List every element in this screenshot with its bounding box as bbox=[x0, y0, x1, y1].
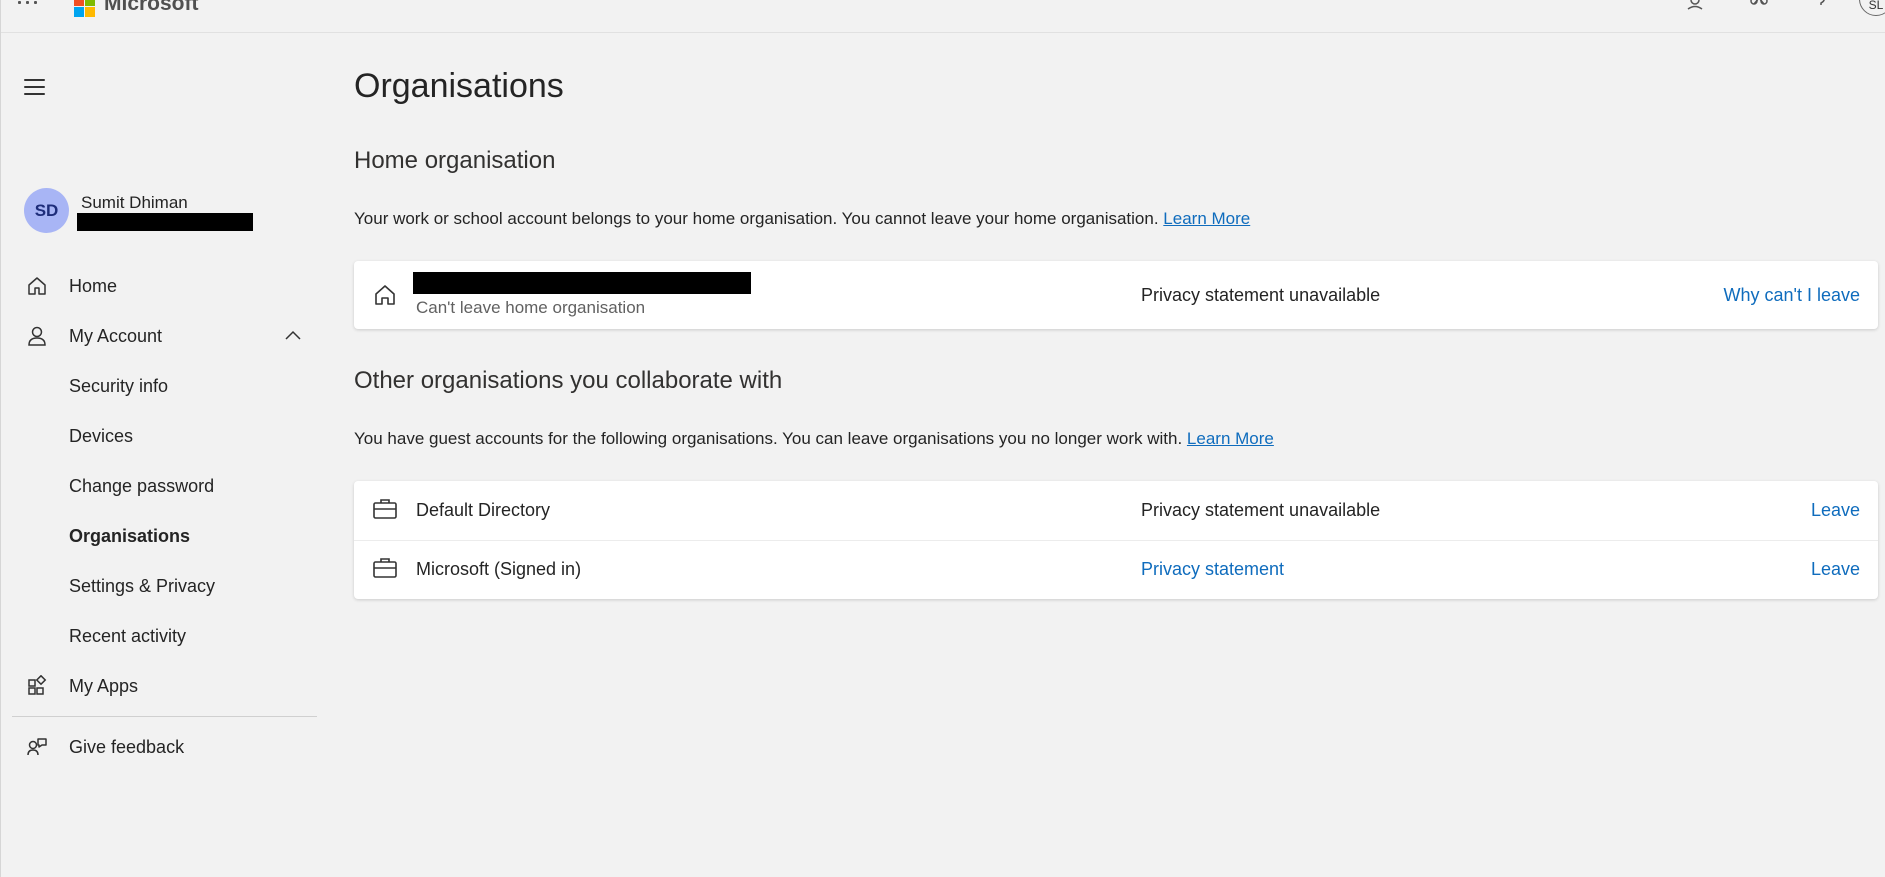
redacted-organisation-name bbox=[413, 272, 751, 294]
home-icon bbox=[372, 283, 398, 307]
privacy-statement-link[interactable]: Privacy statement bbox=[1141, 559, 1284, 580]
home-learn-more-link[interactable]: Learn More bbox=[1163, 209, 1250, 228]
sidebar-item-give-feedback[interactable]: Give feedback bbox=[12, 727, 317, 767]
home-org-subtitle: Can't leave home organisation bbox=[416, 298, 646, 317]
leave-button[interactable]: Leave bbox=[1811, 559, 1860, 580]
home-organisation-card: Can't leave home organisation Privacy st… bbox=[354, 261, 1878, 329]
home-description-text: Your work or school account belongs to y… bbox=[354, 209, 1159, 228]
organisation-row: Microsoft (Signed in) Privacy statement … bbox=[354, 541, 1878, 599]
sidebar-item-label: Recent activity bbox=[69, 626, 187, 646]
sidebar-item-organisations[interactable]: Organisations bbox=[12, 516, 317, 556]
apps-icon bbox=[26, 674, 50, 699]
sidebar-item-recent-activity[interactable]: Recent activity bbox=[12, 616, 317, 656]
sidebar-divider bbox=[12, 716, 317, 717]
sidebar-item-label: Home bbox=[69, 276, 118, 296]
why-cant-i-leave-link[interactable]: Why can't I leave bbox=[1724, 285, 1861, 306]
sidebar-item-label: Devices bbox=[69, 426, 134, 446]
other-learn-more-link[interactable]: Learn More bbox=[1187, 429, 1274, 448]
user-help-icon[interactable] bbox=[1684, 0, 1706, 10]
sidebar-item-devices[interactable]: Devices bbox=[12, 416, 317, 456]
app-launcher-icon[interactable] bbox=[18, 0, 40, 9]
home-organisation-heading: Home organisation bbox=[354, 147, 556, 174]
user-avatar: SD bbox=[24, 188, 69, 233]
other-description-text: You have guest accounts for the followin… bbox=[354, 429, 1183, 448]
sidebar-item-label: Settings & Privacy bbox=[69, 576, 216, 596]
account-avatar[interactable]: SL bbox=[1859, 0, 1885, 16]
sidebar-item-label: My Account bbox=[69, 326, 163, 346]
menu-toggle-icon[interactable] bbox=[24, 79, 46, 95]
sidebar-item-change-password[interactable]: Change password bbox=[12, 466, 317, 506]
sidebar-item-label: Organisations bbox=[69, 526, 191, 546]
organization-icon[interactable] bbox=[1748, 0, 1770, 10]
organisation-name: Microsoft (Signed in) bbox=[416, 559, 582, 579]
page-title: Organisations bbox=[354, 67, 564, 105]
feedback-icon bbox=[26, 736, 50, 760]
sidebar-item-label: My Apps bbox=[69, 676, 139, 696]
other-organisations-card: Default Directory Privacy statement unav… bbox=[354, 481, 1878, 599]
leave-button[interactable]: Leave bbox=[1811, 500, 1860, 521]
briefcase-icon bbox=[372, 498, 398, 522]
sidebar-item-label: Change password bbox=[69, 476, 215, 496]
other-organisations-description: You have guest accounts for the followin… bbox=[354, 429, 1274, 449]
sidebar-item-home[interactable]: Home bbox=[12, 266, 317, 306]
chevron-up-icon[interactable] bbox=[284, 328, 302, 342]
person-icon bbox=[26, 325, 50, 349]
home-organisation-description: Your work or school account belongs to y… bbox=[354, 209, 1250, 229]
window-left-border bbox=[0, 0, 1, 877]
sidebar-item-my-apps[interactable]: My Apps bbox=[12, 666, 317, 706]
home-icon bbox=[26, 275, 50, 299]
sidebar-item-label: Security info bbox=[69, 376, 169, 396]
briefcase-icon bbox=[372, 557, 398, 581]
redacted-email bbox=[77, 213, 253, 231]
organisation-row: Default Directory Privacy statement unav… bbox=[354, 481, 1878, 540]
help-icon[interactable] bbox=[1810, 0, 1832, 10]
home-org-privacy: Privacy statement unavailable bbox=[1141, 285, 1381, 305]
brand-name[interactable]: Microsoft bbox=[104, 0, 199, 16]
sidebar-item-settings-privacy[interactable]: Settings & Privacy bbox=[12, 566, 317, 606]
organisation-privacy: Privacy statement unavailable bbox=[1141, 500, 1381, 520]
other-organisations-heading: Other organisations you collaborate with bbox=[354, 367, 783, 394]
organisation-name: Default Directory bbox=[416, 500, 551, 520]
microsoft-logo-icon bbox=[74, 0, 96, 17]
user-name: Sumit Dhiman bbox=[81, 193, 188, 212]
top-bar: Microsoft SL bbox=[0, 0, 1885, 33]
sidebar-item-security-info[interactable]: Security info bbox=[12, 366, 317, 406]
sidebar-item-label: Give feedback bbox=[69, 737, 185, 757]
sidebar-item-my-account[interactable]: My Account bbox=[12, 316, 317, 356]
